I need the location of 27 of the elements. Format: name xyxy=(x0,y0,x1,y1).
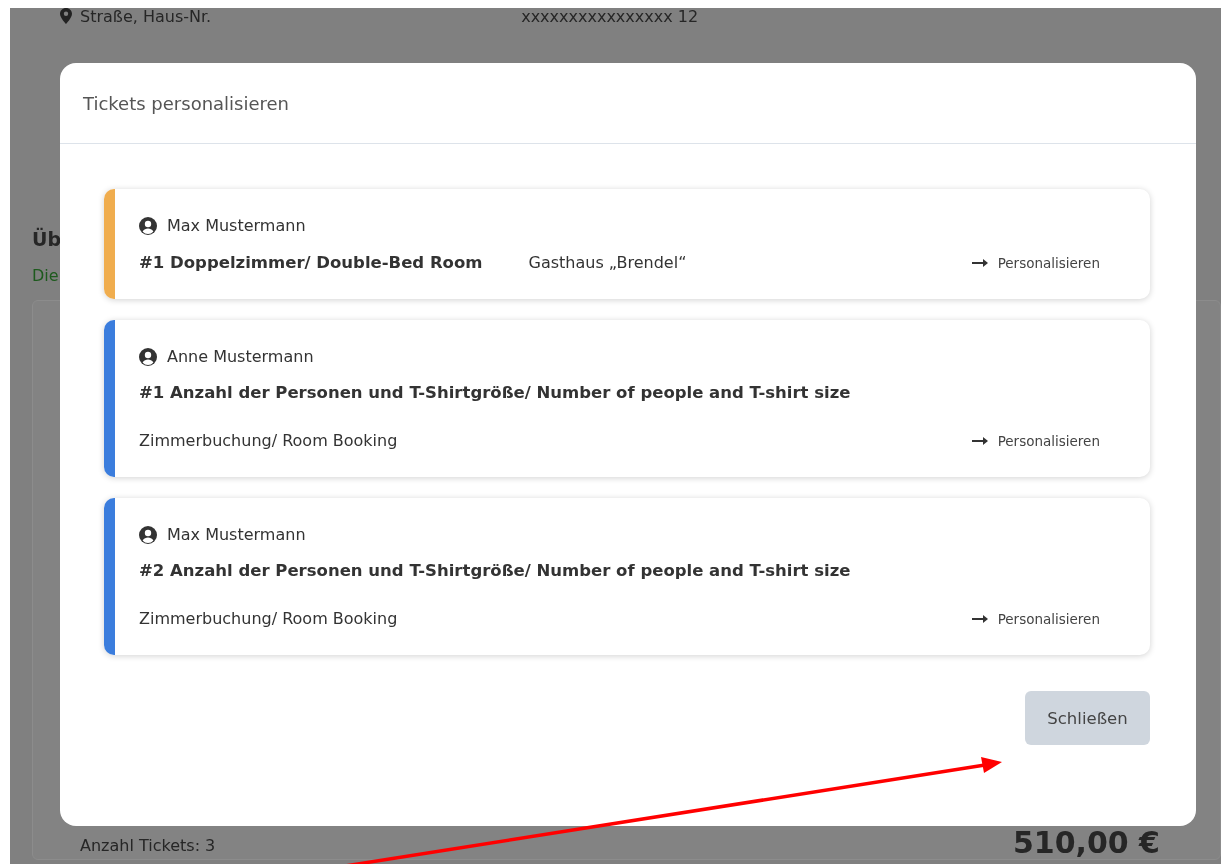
ticket-title: #1 Doppelzimmer/ Double-Bed Room xyxy=(139,253,483,272)
ticket-category: Zimmerbuchung/ Room Booking xyxy=(139,609,398,628)
ticket-title: #2 Anzahl der Personen und T-Shirtgröße/ Number of people and T-shirt size xyxy=(139,561,851,580)
total-price: 510,00 € xyxy=(1012,827,1160,859)
ticket-holder-name: Anne Mustermann xyxy=(167,347,314,366)
address-value: xxxxxxxxxxxxxxxx 12 xyxy=(521,8,699,26)
user-circle-icon xyxy=(139,216,157,235)
right-arrow-icon xyxy=(971,257,988,268)
ticket-category: Zimmerbuchung/ Room Booking xyxy=(139,431,398,450)
user-circle-icon xyxy=(139,525,157,544)
personalize-link[interactable]: Personalisieren xyxy=(971,432,1100,449)
close-button[interactable]: Schließen xyxy=(1025,691,1150,745)
address-label: Straße, Haus-Nr. xyxy=(80,8,212,26)
right-arrow-icon xyxy=(971,435,988,446)
user-circle-icon xyxy=(139,347,157,366)
section-note: Die xyxy=(32,266,59,286)
section-heading: Üb xyxy=(32,228,62,252)
personalize-link[interactable]: Personalisieren xyxy=(971,610,1100,627)
ticket-holder-name: Max Mustermann xyxy=(167,216,306,235)
dialog-title: Tickets personalisieren xyxy=(83,92,290,114)
right-arrow-icon xyxy=(971,613,988,624)
personalize-link[interactable]: Personalisieren xyxy=(971,254,1100,271)
ticket-title: #1 Anzahl der Personen und T-Shirtgröße/ Number of people and T-shirt size xyxy=(139,383,851,402)
ticket-count: Anzahl Tickets: 3 xyxy=(80,836,216,855)
map-pin-icon xyxy=(60,8,72,24)
venue-name: Gasthaus „Brendel“ xyxy=(528,253,687,272)
ticket-holder-name: Max Mustermann xyxy=(167,525,306,544)
